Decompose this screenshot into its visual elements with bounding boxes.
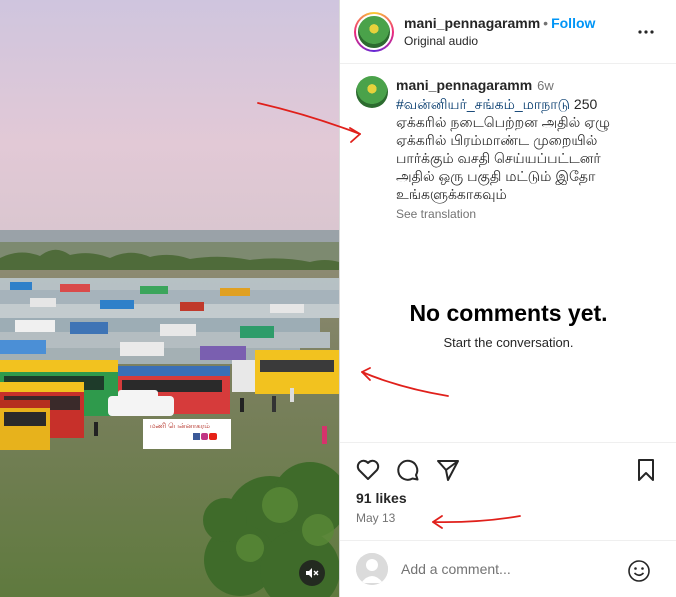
user-avatar [356, 553, 388, 585]
video-frame [0, 0, 339, 597]
more-horizontal-icon[interactable] [638, 24, 654, 40]
emoji-icon[interactable] [627, 559, 651, 583]
bookmark-icon[interactable] [633, 457, 659, 483]
default-avatar-icon [356, 553, 388, 585]
caption-hashtag[interactable]: #வன்னியர்_சங்கம்_மாநாடு [396, 96, 570, 112]
caption-avatar[interactable] [356, 76, 388, 108]
mute-button[interactable] [299, 560, 325, 586]
caption-time[interactable]: 6w [537, 78, 554, 93]
likes-count[interactable]: 91 likes [356, 490, 407, 506]
share-icon[interactable] [435, 457, 461, 483]
empty-comments-title: No comments yet. [409, 300, 608, 326]
author-username[interactable]: mani_pennagaramm [404, 15, 540, 31]
heart-icon[interactable] [355, 457, 381, 483]
post-media[interactable]: மணி பென்னாகரம் [0, 0, 339, 597]
audio-label[interactable]: Original audio [404, 34, 595, 48]
post-date[interactable]: May 13 [356, 511, 395, 525]
comment-bar [340, 540, 676, 597]
comment-input[interactable] [401, 561, 621, 577]
comment-icon[interactable] [395, 457, 421, 483]
author-avatar[interactable] [354, 11, 394, 52]
separator-dot: • [543, 15, 549, 31]
empty-comments-subtitle: Start the conversation. [443, 335, 574, 350]
watermark-text: மணி பென்னாகரம் [150, 422, 210, 430]
post-header: mani_pennagaramm • Follow Original audio [340, 0, 676, 64]
follow-button[interactable]: Follow [551, 15, 595, 31]
empty-comments: No comments yet. Start the conversation. [340, 300, 676, 350]
speaker-muted-icon [306, 568, 319, 578]
caption-username[interactable]: mani_pennagaramm [396, 77, 532, 93]
post-details-panel: mani_pennagaramm • Follow Original audio m… [339, 0, 676, 597]
post-caption: mani_pennagaramm 6w #வன்னியர்_சங்கம்_மாநா… [340, 64, 676, 223]
see-translation-link[interactable]: See translation [396, 205, 636, 223]
